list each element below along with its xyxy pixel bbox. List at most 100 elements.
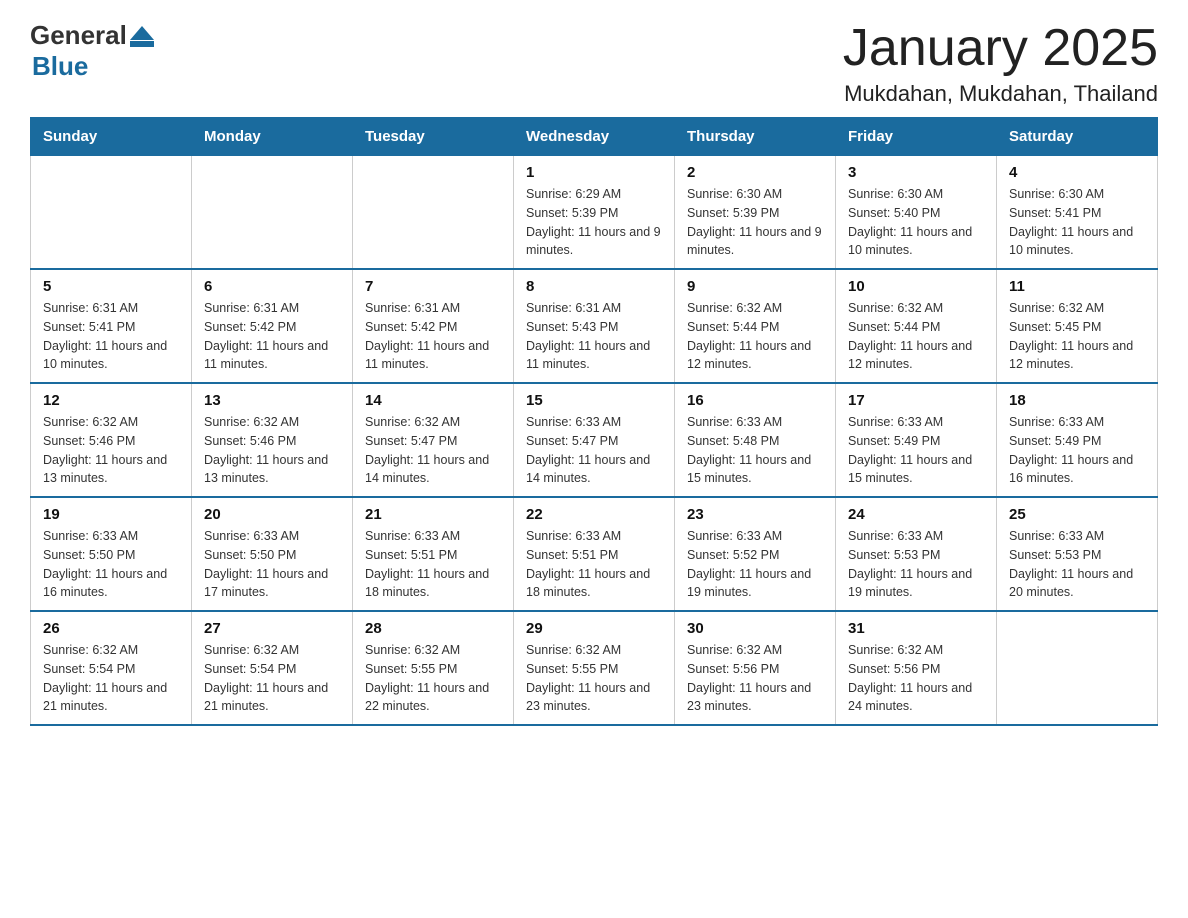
day-number: 9 — [687, 278, 823, 295]
calendar-day-cell: 7 Sunrise: 6:31 AM Sunset: 5:42 PM Daylig… — [353, 269, 514, 383]
day-number: 12 — [43, 392, 179, 409]
day-number: 18 — [1009, 392, 1145, 409]
calendar-day-cell: 9Sunrise: 6:32 AM Sunset: 5:44 PM Daylig… — [675, 269, 836, 383]
day-info: Sunrise: 6:32 AM Sunset: 5:45 PM Dayligh… — [1009, 299, 1145, 374]
calendar-day-cell: 20Sunrise: 6:33 AM Sunset: 5:50 PM Dayli… — [192, 497, 353, 611]
day-info: Sunrise: 6:33 AM Sunset: 5:50 PM Dayligh… — [204, 527, 340, 602]
calendar-day-cell: 10 Sunrise: 6:32 AM Sunset: 5:44 PM Dayli… — [836, 269, 997, 383]
day-info: Sunrise: 6:31 AM Sunset: 5:42 PM Dayligh… — [365, 299, 501, 374]
day-number: 26 — [43, 620, 179, 637]
day-info: Sunrise: 6:32 AM Sunset: 5:54 PM Dayligh… — [43, 641, 179, 716]
day-info: Sunrise: 6:29 AM Sunset: 5:39 PM Dayligh… — [526, 185, 662, 260]
calendar-day-cell: 28Sunrise: 6:32 AM Sunset: 5:55 PM Dayli… — [353, 611, 514, 725]
calendar-day-cell: 23 Sunrise: 6:33 AM Sunset: 5:52 PM Dayli… — [675, 497, 836, 611]
day-number: 19 — [43, 506, 179, 523]
calendar-day-header: Tuesday — [353, 118, 514, 156]
day-number: 24 — [848, 506, 984, 523]
day-info: Sunrise: 6:31 AM Sunset: 5:42 PM Dayligh… — [204, 299, 340, 374]
calendar-day-cell: 31 Sunrise: 6:32 AM Sunset: 5:56 PM Dayli… — [836, 611, 997, 725]
day-info: Sunrise: 6:33 AM Sunset: 5:53 PM Dayligh… — [848, 527, 984, 602]
calendar-day-header: Thursday — [675, 118, 836, 156]
calendar-day-cell: 26 Sunrise: 6:32 AM Sunset: 5:54 PM Dayli… — [31, 611, 192, 725]
calendar-day-cell: 17 Sunrise: 6:33 AM Sunset: 5:49 PM Dayli… — [836, 383, 997, 497]
day-number: 6 — [204, 278, 340, 295]
day-info: Sunrise: 6:31 AM Sunset: 5:41 PM Dayligh… — [43, 299, 179, 374]
day-info: Sunrise: 6:32 AM Sunset: 5:55 PM Dayligh… — [526, 641, 662, 716]
title-section: January 2025 Mukdahan, Mukdahan, Thailan… — [843, 20, 1158, 107]
calendar-header-row: SundayMondayTuesdayWednesdayThursdayFrid… — [31, 118, 1158, 156]
calendar-day-cell: 24 Sunrise: 6:33 AM Sunset: 5:53 PM Dayli… — [836, 497, 997, 611]
calendar-day-cell: 18 Sunrise: 6:33 AM Sunset: 5:49 PM Dayli… — [997, 383, 1158, 497]
calendar-day-cell — [31, 156, 192, 270]
calendar-day-cell — [353, 156, 514, 270]
calendar-day-cell: 2 Sunrise: 6:30 AM Sunset: 5:39 PM Daylig… — [675, 156, 836, 270]
calendar-day-cell: 13 Sunrise: 6:32 AM Sunset: 5:46 PM Dayli… — [192, 383, 353, 497]
day-info: Sunrise: 6:33 AM Sunset: 5:52 PM Dayligh… — [687, 527, 823, 602]
day-info: Sunrise: 6:32 AM Sunset: 5:56 PM Dayligh… — [848, 641, 984, 716]
day-number: 2 — [687, 164, 823, 181]
day-number: 23 — [687, 506, 823, 523]
day-info: Sunrise: 6:33 AM Sunset: 5:49 PM Dayligh… — [848, 413, 984, 488]
day-info: Sunrise: 6:32 AM Sunset: 5:44 PM Dayligh… — [848, 299, 984, 374]
day-info: Sunrise: 6:32 AM Sunset: 5:46 PM Dayligh… — [204, 413, 340, 488]
calendar-day-cell: 8Sunrise: 6:31 AM Sunset: 5:43 PM Daylig… — [514, 269, 675, 383]
calendar-day-cell: 1 Sunrise: 6:29 AM Sunset: 5:39 PM Daylig… — [514, 156, 675, 270]
day-number: 27 — [204, 620, 340, 637]
day-number: 14 — [365, 392, 501, 409]
calendar-day-cell: 6 Sunrise: 6:31 AM Sunset: 5:42 PM Daylig… — [192, 269, 353, 383]
day-number: 16 — [687, 392, 823, 409]
day-info: Sunrise: 6:31 AM Sunset: 5:43 PM Dayligh… — [526, 299, 662, 374]
day-info: Sunrise: 6:33 AM Sunset: 5:51 PM Dayligh… — [526, 527, 662, 602]
day-number: 10 — [848, 278, 984, 295]
day-number: 17 — [848, 392, 984, 409]
calendar-day-cell: 3 Sunrise: 6:30 AM Sunset: 5:40 PM Daylig… — [836, 156, 997, 270]
logo-general-text: General — [30, 20, 127, 51]
calendar-day-header: Friday — [836, 118, 997, 156]
calendar-week-row: 19 Sunrise: 6:33 AM Sunset: 5:50 PM Dayli… — [31, 497, 1158, 611]
calendar-day-cell: 22 Sunrise: 6:33 AM Sunset: 5:51 PM Dayli… — [514, 497, 675, 611]
day-info: Sunrise: 6:33 AM Sunset: 5:49 PM Dayligh… — [1009, 413, 1145, 488]
day-info: Sunrise: 6:32 AM Sunset: 5:47 PM Dayligh… — [365, 413, 501, 488]
day-number: 29 — [526, 620, 662, 637]
calendar-day-cell — [997, 611, 1158, 725]
calendar-day-cell: 21Sunrise: 6:33 AM Sunset: 5:51 PM Dayli… — [353, 497, 514, 611]
calendar-day-cell: 29 Sunrise: 6:32 AM Sunset: 5:55 PM Dayli… — [514, 611, 675, 725]
day-number: 11 — [1009, 278, 1145, 295]
calendar-day-header: Monday — [192, 118, 353, 156]
calendar-day-cell: 5 Sunrise: 6:31 AM Sunset: 5:41 PM Daylig… — [31, 269, 192, 383]
calendar-day-cell: 11 Sunrise: 6:32 AM Sunset: 5:45 PM Dayli… — [997, 269, 1158, 383]
day-number: 31 — [848, 620, 984, 637]
day-number: 22 — [526, 506, 662, 523]
day-info: Sunrise: 6:33 AM Sunset: 5:48 PM Dayligh… — [687, 413, 823, 488]
day-number: 4 — [1009, 164, 1145, 181]
day-number: 1 — [526, 164, 662, 181]
day-info: Sunrise: 6:30 AM Sunset: 5:40 PM Dayligh… — [848, 185, 984, 260]
logo-bar-icon — [130, 41, 154, 47]
calendar-day-cell — [192, 156, 353, 270]
calendar-week-row: 5 Sunrise: 6:31 AM Sunset: 5:41 PM Daylig… — [31, 269, 1158, 383]
day-number: 25 — [1009, 506, 1145, 523]
calendar-day-header: Wednesday — [514, 118, 675, 156]
day-number: 30 — [687, 620, 823, 637]
day-number: 5 — [43, 278, 179, 295]
day-number: 13 — [204, 392, 340, 409]
calendar-table: SundayMondayTuesdayWednesdayThursdayFrid… — [30, 117, 1158, 726]
day-info: Sunrise: 6:33 AM Sunset: 5:50 PM Dayligh… — [43, 527, 179, 602]
day-info: Sunrise: 6:33 AM Sunset: 5:51 PM Dayligh… — [365, 527, 501, 602]
calendar-day-cell: 4Sunrise: 6:30 AM Sunset: 5:41 PM Daylig… — [997, 156, 1158, 270]
day-number: 3 — [848, 164, 984, 181]
day-info: Sunrise: 6:33 AM Sunset: 5:47 PM Dayligh… — [526, 413, 662, 488]
calendar-day-header: Sunday — [31, 118, 192, 156]
calendar-week-row: 26 Sunrise: 6:32 AM Sunset: 5:54 PM Dayli… — [31, 611, 1158, 725]
calendar-day-cell: 12Sunrise: 6:32 AM Sunset: 5:46 PM Dayli… — [31, 383, 192, 497]
calendar-day-cell: 14 Sunrise: 6:32 AM Sunset: 5:47 PM Dayli… — [353, 383, 514, 497]
logo-triangle-icon — [130, 26, 154, 40]
day-info: Sunrise: 6:30 AM Sunset: 5:39 PM Dayligh… — [687, 185, 823, 260]
logo-blue-text: Blue — [32, 51, 88, 81]
day-number: 28 — [365, 620, 501, 637]
page-subtitle: Mukdahan, Mukdahan, Thailand — [843, 81, 1158, 107]
calendar-week-row: 12 Sunrise: 6:32 AM Sunset: 5:46 PM Dayli… — [31, 383, 1158, 497]
calendar-day-cell: 30Sunrise: 6:32 AM Sunset: 5:56 PM Dayli… — [675, 611, 836, 725]
calendar-day-cell: 25Sunrise: 6:33 AM Sunset: 5:53 PM Dayli… — [997, 497, 1158, 611]
day-number: 7 — [365, 278, 501, 295]
